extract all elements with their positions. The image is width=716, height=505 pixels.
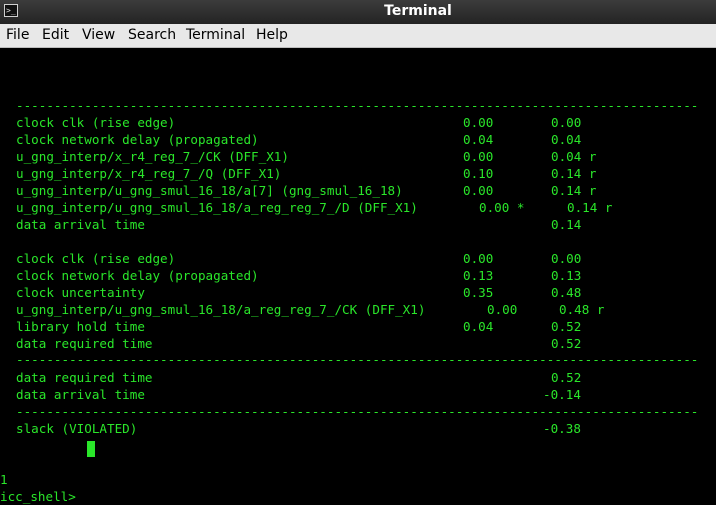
menu-view[interactable]: View [82,27,115,43]
separator-line: ----------------------------------------… [16,352,699,367]
report-line-path: 0.52 [551,319,582,334]
report-line-path: 0.14 [551,217,582,232]
menu-terminal[interactable]: Terminal [186,27,245,43]
separator-line: ----------------------------------------… [16,98,699,113]
report-line-incr: 0.00 [463,149,494,164]
report-line-label: library hold time [16,319,145,334]
report-line-incr: 0.00 [463,115,494,130]
report-line-label: u_gng_interp/u_gng_smul_16_18/a_reg_reg_… [16,302,426,317]
separator-line: ----------------------------------------… [16,404,699,419]
report-line-label: clock uncertainty [16,285,145,300]
report-line-path: 0.14 r [551,183,597,198]
window-title: Terminal [384,3,452,19]
report-line-path: 0.14 r [551,166,597,181]
report-line-incr: 0.00 * [479,200,525,215]
report-line-label: data required time [16,336,153,351]
report-line-incr: 0.00 [487,302,518,317]
report-line-path: 0.14 r [567,200,613,215]
report-line-label: data arrival time [16,387,145,402]
report-line-incr: 0.00 [463,183,494,198]
report-line-path: 0.52 [551,370,582,385]
text-cursor [87,441,95,457]
report-line-label: clock network delay (propagated) [16,132,259,147]
report-line-path: 0.13 [551,268,582,283]
shell-prompt[interactable]: icc_shell> [0,488,76,505]
report-line-path: 0.04 r [551,149,597,164]
report-line-label: u_gng_interp/x_r4_reg_7_/Q (DFF_X1) [16,166,282,181]
report-line-incr: 0.04 [463,132,494,147]
report-line-path: 0.48 [551,285,582,300]
report-line-path: 0.52 [551,336,582,351]
report-line-label: clock network delay (propagated) [16,268,259,283]
report-line-incr: 0.35 [463,285,494,300]
report-line-label: u_gng_interp/x_r4_reg_7_/CK (DFF_X1) [16,149,289,164]
menu-edit[interactable]: Edit [42,27,69,43]
menu-help[interactable]: Help [256,27,288,43]
report-line-label: u_gng_interp/u_gng_smul_16_18/a_reg_reg_… [16,200,418,215]
slack-value: -0.38 [543,421,581,436]
command-status: 1 [0,472,8,487]
report-line-label: clock clk (rise edge) [16,251,176,266]
report-line-label: data arrival time [16,217,145,232]
report-line-label: clock clk (rise edge) [16,115,176,130]
report-line-path: 0.00 [551,251,582,266]
report-line-label: data required time [16,370,153,385]
report-line-label: u_gng_interp/u_gng_smul_16_18/a[7] (gng_… [16,183,403,198]
report-line-path: -0.14 [543,387,581,402]
report-line-incr: 0.00 [463,251,494,266]
report-line-incr: 0.04 [463,319,494,334]
slack-line-label: slack (VIOLATED) [16,421,138,436]
terminal-output[interactable]: ----------------------------------------… [0,48,716,504]
report-line-incr: 0.13 [463,268,494,283]
report-line-incr: 0.10 [463,166,494,181]
menu-bar: File Edit View Search Terminal Help [0,24,716,48]
menu-search[interactable]: Search [128,27,176,43]
window-titlebar: >_ Terminal [0,0,716,24]
report-line-path: 0.00 [551,115,582,130]
menu-file[interactable]: File [6,27,29,43]
report-line-path: 0.48 r [559,302,605,317]
report-line-path: 0.04 [551,132,582,147]
